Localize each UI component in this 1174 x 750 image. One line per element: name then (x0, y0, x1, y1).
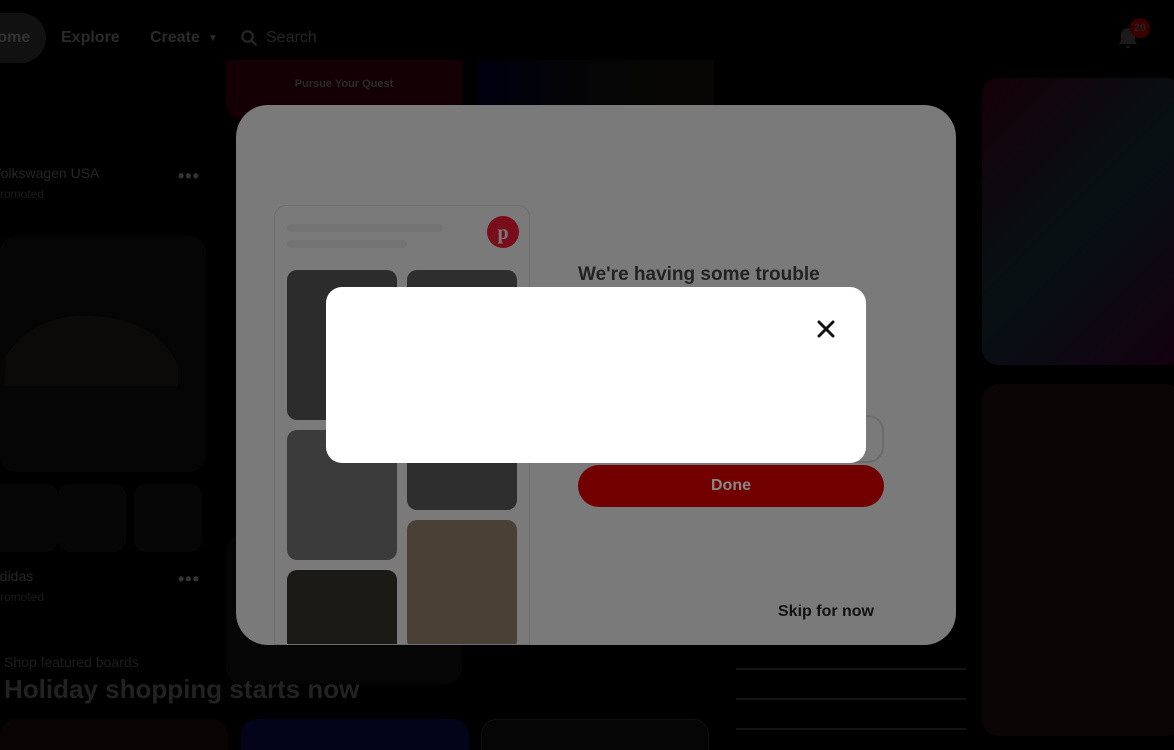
notification-badge: 20 (1130, 18, 1150, 38)
promo-text: Pursue Your Quest (294, 78, 394, 90)
shoe-pin[interactable] (0, 236, 206, 472)
cat-photo-2 (287, 570, 397, 644)
close-button[interactable] (810, 313, 842, 345)
product-rows (736, 640, 966, 750)
featured-board[interactable] (481, 719, 709, 750)
pinterest-logo-icon: p (487, 216, 519, 248)
done-button[interactable]: Done (578, 465, 884, 507)
featured-kicker: Shop featured boards (4, 654, 139, 670)
nav-create[interactable]: Create ▼ (150, 13, 218, 63)
search-placeholder: Search (266, 29, 317, 46)
more-options-icon[interactable]: ••• (178, 167, 202, 185)
placeholder-line (287, 240, 407, 248)
modal-heading: We're having some trouble (578, 264, 820, 285)
flower-pin[interactable] (982, 384, 1174, 736)
chevron-down-icon: ▼ (207, 32, 218, 44)
pin-brand: Volkswagen USA (0, 165, 100, 181)
nav-home[interactable]: Home (0, 13, 46, 63)
close-icon (817, 320, 835, 338)
pin-meta-2: adidas Promoted (0, 568, 44, 604)
search-icon (241, 30, 258, 47)
skip-button[interactable]: Skip for now (778, 603, 874, 621)
pin-brand: adidas (0, 568, 34, 584)
art-pin[interactable] (982, 78, 1174, 365)
featured-board[interactable] (0, 719, 228, 750)
product-thumb[interactable] (0, 484, 58, 552)
error-dialog (326, 287, 866, 463)
product-thumb[interactable] (58, 484, 126, 552)
nav-create-label: Create (150, 29, 200, 46)
product-thumb[interactable] (134, 484, 202, 552)
shiba-photo (407, 520, 517, 644)
nav-home-label: Home (0, 29, 31, 46)
featured-board[interactable] (241, 719, 469, 750)
nav-explore[interactable]: Explore (61, 13, 120, 63)
more-options-icon[interactable]: ••• (178, 570, 202, 588)
svg-text:p: p (497, 222, 508, 244)
featured-title: Holiday shopping starts now (4, 674, 360, 704)
placeholder-line (287, 224, 443, 232)
shoe-image (4, 315, 178, 386)
pin-meta-1: Volkswagen USA Promoted (0, 165, 99, 201)
search-input[interactable]: Search (228, 16, 1108, 60)
pin-sub: Promoted (0, 187, 45, 201)
pin-sub: Promoted (0, 590, 45, 604)
nav-explore-label: Explore (61, 29, 120, 46)
